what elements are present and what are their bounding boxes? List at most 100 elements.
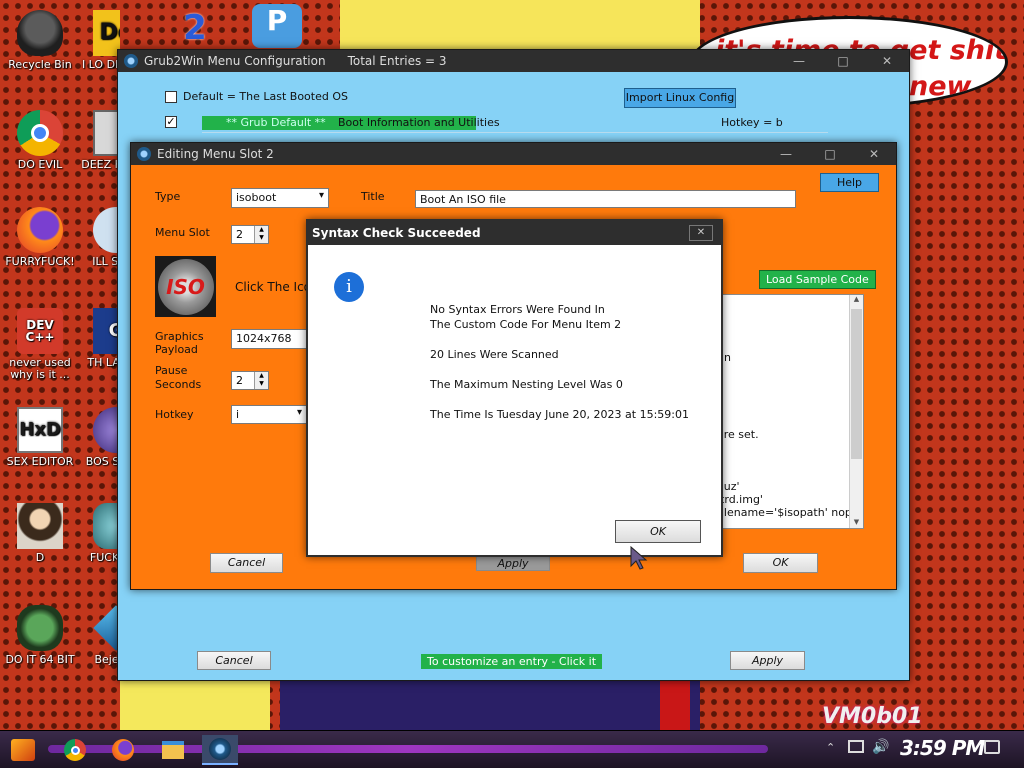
cartoon-art-top (340, 0, 700, 50)
syntax-check-dialog: Syntax Check Succeeded ✕ i No Syntax Err… (306, 219, 723, 557)
desktop-icon-two[interactable]: 2 (178, 8, 212, 48)
desktop-icon-chrome[interactable]: DO EVIL (0, 110, 80, 171)
default-checkbox[interactable] (165, 91, 177, 103)
desktop-icon-label: Beje DE (94, 653, 120, 666)
pause-seconds-value: 2 (236, 374, 243, 387)
dialog-line-3: 20 Lines Were Scanned (430, 348, 559, 361)
taskbar-chrome[interactable] (60, 735, 90, 765)
dialog-ok-button[interactable]: OK (615, 520, 701, 543)
start-logo-icon (11, 739, 35, 761)
desktop-icon-label: DO EVIL (17, 158, 63, 171)
maximize-button[interactable]: □ (821, 50, 865, 72)
desktop-icon-de[interactable]: De I LO DETECT (78, 10, 120, 71)
tray-up-arrow-icon[interactable]: ⌃ (826, 741, 835, 754)
code-fragment: filename='$isopath' noprom (717, 506, 864, 519)
edit-window-title: Editing Menu Slot 2 (157, 147, 274, 161)
mouse-cursor-icon (630, 546, 648, 570)
code-scrollbar[interactable]: ▲ ▼ (849, 295, 863, 528)
dialog-close-button[interactable]: ✕ (689, 225, 713, 241)
close-button[interactable]: ✕ (852, 143, 896, 165)
desktop-icon-label: Recycle Bin (8, 58, 72, 71)
desktop-icon-label: never used why is it ... (9, 356, 71, 381)
desktop-icon-label: ILL SI YO (92, 255, 120, 268)
graphics-payload-input[interactable]: 1024x768 (231, 329, 311, 349)
pause-label-1: Pause (155, 364, 188, 377)
help-button[interactable]: Help (820, 173, 879, 192)
cartoon-red-strip (660, 680, 690, 730)
desktop-icon-firefox[interactable]: FURRYFUCK! (0, 207, 80, 268)
desktop-icon-label: FURRYFUCK! (5, 255, 75, 268)
minimize-button[interactable]: — (764, 143, 808, 165)
scrollbar-thumb[interactable] (851, 309, 862, 459)
dialog-line-5: The Time Is Tuesday June 20, 2023 at 15:… (430, 408, 689, 421)
desktop-icon-portrait[interactable]: D (0, 503, 80, 564)
main-apply-button[interactable]: Apply (730, 651, 805, 670)
volume-icon[interactable]: 🔊 (872, 739, 889, 755)
custom-code-textarea[interactable]: n are set. auz' itrd.img' filename='$iso… (713, 294, 864, 529)
entry-row-hotkey: Hotkey = b (721, 116, 783, 129)
menu-slot-stepper[interactable]: 2 ▲ ▼ (231, 225, 269, 244)
stepper-arrows-icon[interactable]: ▲ ▼ (254, 372, 268, 389)
taskbar-file-explorer[interactable] (158, 735, 188, 765)
desktop-icon-deez[interactable]: DEEZ HAH G (78, 110, 120, 171)
devcpp-icon: DEV C++ (17, 308, 63, 354)
dialog-line-2: The Custom Code For Menu Item 2 (430, 318, 622, 331)
entry-checkbox[interactable]: ✓ (165, 116, 177, 128)
cartoon-icon (17, 605, 63, 651)
firefox-icon (112, 739, 134, 761)
scroll-down-icon[interactable]: ▼ (850, 518, 863, 526)
edit-ok-button[interactable]: OK (743, 553, 818, 573)
folder-icon (162, 741, 184, 759)
desktop-icon-devcpp[interactable]: DEV C++ never used why is it ... (0, 308, 80, 381)
edit-cancel-button[interactable]: Cancel (210, 553, 283, 573)
desktop-icon-ill[interactable]: ILL SI YO (78, 207, 120, 268)
menu-slot-label: Menu Slot (155, 226, 210, 239)
load-sample-code-button[interactable]: Load Sample Code (759, 270, 876, 289)
desktop-icon-label: FUCK ELV (89, 551, 120, 564)
start-button[interactable] (8, 735, 38, 765)
desktop-icon-label: D (35, 551, 45, 564)
cartoon-art-bottom (280, 680, 700, 730)
pause-label-2: Seconds (155, 378, 202, 391)
code-fragment: itrd.img' (717, 493, 763, 506)
title-label: Title (361, 190, 385, 203)
taskbar-firefox[interactable] (108, 735, 138, 765)
taskbar-clock[interactable]: 3:59 PM (900, 736, 985, 760)
desktop-icon-label: I LO DETECT (81, 58, 120, 71)
desktop-icon-lang[interactable]: G TH LANGU (78, 308, 120, 369)
desktop-icon-label: TH LANGU (87, 356, 120, 369)
type-dropdown-value: isoboot (236, 191, 277, 204)
close-icon: ✕ (696, 227, 706, 238)
desktop-icon-label: DEEZ HAH G (81, 158, 120, 171)
title-input-value: Boot An ISO file (420, 193, 506, 206)
maximize-button[interactable]: □ (808, 143, 852, 165)
desktop-icon-elv[interactable]: FUCK ELV (78, 503, 120, 564)
entry-row-description: Boot Information and Utilities (338, 116, 500, 129)
sphere-icon (93, 407, 120, 453)
code-fragment: n (724, 351, 731, 364)
main-cancel-button[interactable]: Cancel (197, 651, 271, 670)
desktop-icon-bos[interactable]: BOS SIMUL (78, 407, 120, 468)
scroll-up-icon[interactable]: ▲ (850, 295, 863, 303)
taskbar-grub2win[interactable] (202, 735, 238, 765)
close-button[interactable]: ✕ (865, 50, 909, 72)
speech-bubble-line2: new (909, 71, 972, 102)
title-input[interactable]: Boot An ISO file (415, 190, 796, 208)
pause-seconds-stepper[interactable]: 2 ▲ ▼ (231, 371, 269, 390)
stepper-arrows-icon[interactable]: ▲ ▼ (254, 226, 268, 243)
iso-icon[interactable]: ISO (155, 256, 216, 317)
document-icon (93, 110, 120, 156)
desktop-icon-hxd[interactable]: HxD SEX EDITOR (0, 407, 80, 468)
notification-icon[interactable] (984, 740, 1000, 754)
desktop-icon-beje[interactable]: Beje DE (78, 605, 120, 666)
desktop-icon-64bit[interactable]: DO IT 64 BIT (0, 605, 80, 666)
desktop-icon-p[interactable]: P (252, 4, 302, 48)
type-dropdown[interactable]: isoboot (231, 188, 329, 208)
info-icon: i (334, 272, 364, 302)
import-linux-config-button[interactable]: Import Linux Config (624, 88, 736, 108)
network-icon[interactable] (848, 740, 864, 753)
minimize-button[interactable]: — (777, 50, 821, 72)
desktop-icon-recycle-bin[interactable]: Recycle Bin (0, 10, 80, 71)
edit-apply-button[interactable]: Apply (476, 556, 550, 571)
hotkey-dropdown[interactable]: i (231, 405, 307, 424)
